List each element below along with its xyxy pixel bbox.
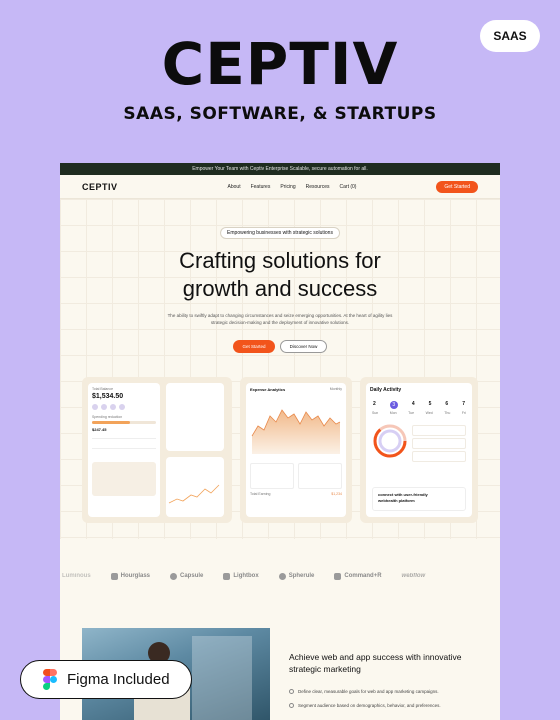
nav-link-resources[interactable]: Resources bbox=[306, 184, 330, 190]
stat-card bbox=[298, 463, 342, 489]
list-item bbox=[92, 448, 156, 458]
expense-period-select[interactable]: Monthly bbox=[330, 387, 342, 392]
balance-value: $1,534.50 bbox=[92, 393, 124, 400]
check-icon bbox=[289, 703, 294, 708]
spending-value: $247.45 bbox=[92, 427, 107, 432]
spherule-icon bbox=[278, 572, 286, 580]
expense-title: Expense Analytics bbox=[250, 387, 286, 392]
headline-line-1: Crafting solutions for bbox=[179, 248, 381, 273]
hero-subcopy: The ability to swiftly adapt to changing… bbox=[167, 313, 393, 325]
get-started-button[interactable]: Get Started bbox=[233, 340, 275, 353]
task-card[interactable]: connect with user-friendly webhealth pla… bbox=[372, 487, 466, 511]
saas-tag: SAAS bbox=[480, 20, 540, 52]
check-icon bbox=[289, 689, 294, 694]
list-item bbox=[412, 451, 466, 462]
logo-lightbox: Lightbox bbox=[223, 572, 259, 580]
activity-legend bbox=[412, 425, 466, 462]
activity-ring-chart bbox=[373, 424, 407, 458]
spending-progress bbox=[92, 421, 156, 424]
command-icon bbox=[334, 572, 342, 580]
day-number[interactable]: 7 bbox=[462, 401, 465, 409]
figma-icon bbox=[43, 669, 57, 690]
logo-commandr: Command+R bbox=[334, 572, 382, 580]
logo-strip: Luminous Hourglass Capsule Lightbox Sphe… bbox=[60, 569, 500, 583]
day-name: Sun bbox=[372, 411, 379, 415]
total-earning-label: Total Earning bbox=[250, 492, 271, 496]
day-name: Wed bbox=[425, 411, 433, 415]
list-item bbox=[412, 438, 466, 449]
logo-capsule: Capsule bbox=[170, 572, 203, 580]
hourglass-icon bbox=[110, 572, 118, 580]
transactions-card bbox=[166, 383, 224, 451]
navbar: CEPTIV About Features Pricing Resources … bbox=[60, 175, 500, 199]
list-item bbox=[412, 425, 466, 436]
website-preview: Empower Your Team with Ceptiv Enterprise… bbox=[60, 163, 500, 720]
logo-webflow: webflow bbox=[401, 573, 426, 579]
hero-title: CEPTIV bbox=[161, 30, 399, 98]
announcement-bar: Empower Your Team with Ceptiv Enterprise… bbox=[60, 163, 500, 175]
capsule-icon bbox=[170, 572, 178, 580]
expense-area-chart bbox=[251, 409, 341, 454]
day-number[interactable]: 2 bbox=[373, 401, 376, 409]
action-icon[interactable] bbox=[92, 404, 98, 410]
figma-badge-label: Figma Included bbox=[67, 671, 170, 688]
hero-subtitle: SAAS, SOFTWARE, & STARTUPS bbox=[123, 104, 437, 124]
feature-item: Define clear, measurable goals for web a… bbox=[289, 689, 439, 694]
nav-get-started-button[interactable]: Get Started bbox=[436, 180, 478, 193]
day-number[interactable]: 5 bbox=[429, 401, 432, 409]
discover-now-button[interactable]: Discover Now bbox=[280, 340, 327, 353]
total-earning-value: $1,234 bbox=[331, 492, 342, 496]
day-name: Mon bbox=[389, 411, 397, 415]
logo-hourglass: Hourglass bbox=[110, 572, 150, 580]
day-name: Fri bbox=[461, 411, 466, 415]
logo-luminous: Luminous bbox=[62, 573, 91, 579]
day-name: Thu bbox=[444, 411, 451, 415]
section-title: Achieve web and app success with innovat… bbox=[289, 652, 462, 674]
spending-label: Spending reduction bbox=[92, 415, 123, 419]
stat-card bbox=[250, 463, 294, 489]
expense-analytics-card: Expense Analytics Monthly Total Earning … bbox=[246, 383, 346, 517]
day-number[interactable]: 6 bbox=[445, 401, 448, 409]
feature-item: Segment audience based on demographics, … bbox=[289, 703, 441, 708]
action-icon[interactable] bbox=[119, 404, 125, 410]
figma-included-badge: Figma Included bbox=[20, 660, 192, 699]
nav-link-cart[interactable]: Cart (0) bbox=[340, 184, 357, 190]
daily-activity-card: Daily Activity 2 3 4 5 6 7 Sun Mon Tue W… bbox=[366, 383, 472, 517]
day-name: Tue bbox=[408, 411, 415, 415]
logo-spherule: Spherule bbox=[278, 572, 314, 580]
promo-block bbox=[92, 462, 156, 496]
nav-link-features[interactable]: Features bbox=[251, 184, 271, 190]
day-number-selected[interactable]: 3 bbox=[389, 401, 398, 409]
headline: Crafting solutions for growth and succes… bbox=[60, 247, 500, 303]
day-number[interactable]: 4 bbox=[412, 401, 415, 409]
activity-title: Daily Activity bbox=[370, 387, 402, 393]
balance-card: Total Balance $1,534.50 Spending reducti… bbox=[88, 383, 160, 517]
nav-logo[interactable]: CEPTIV bbox=[82, 182, 118, 192]
lightbox-icon bbox=[223, 572, 231, 580]
task-title: connect with user-friendly webhealth pla… bbox=[378, 492, 428, 503]
nav-link-pricing[interactable]: Pricing bbox=[280, 184, 295, 190]
nav-link-about[interactable]: About bbox=[228, 184, 241, 190]
analytics-line-chart bbox=[168, 484, 220, 504]
headline-line-2: growth and success bbox=[182, 276, 378, 301]
balance-label: Total Balance bbox=[92, 387, 114, 391]
action-icon[interactable] bbox=[110, 404, 116, 410]
hero-chip: Empowering businesses with strategic sol… bbox=[220, 227, 340, 239]
list-item bbox=[92, 438, 156, 448]
action-icon[interactable] bbox=[101, 404, 107, 410]
analytics-card bbox=[166, 457, 224, 517]
nav-links: About Features Pricing Resources Cart (0… bbox=[228, 184, 357, 190]
